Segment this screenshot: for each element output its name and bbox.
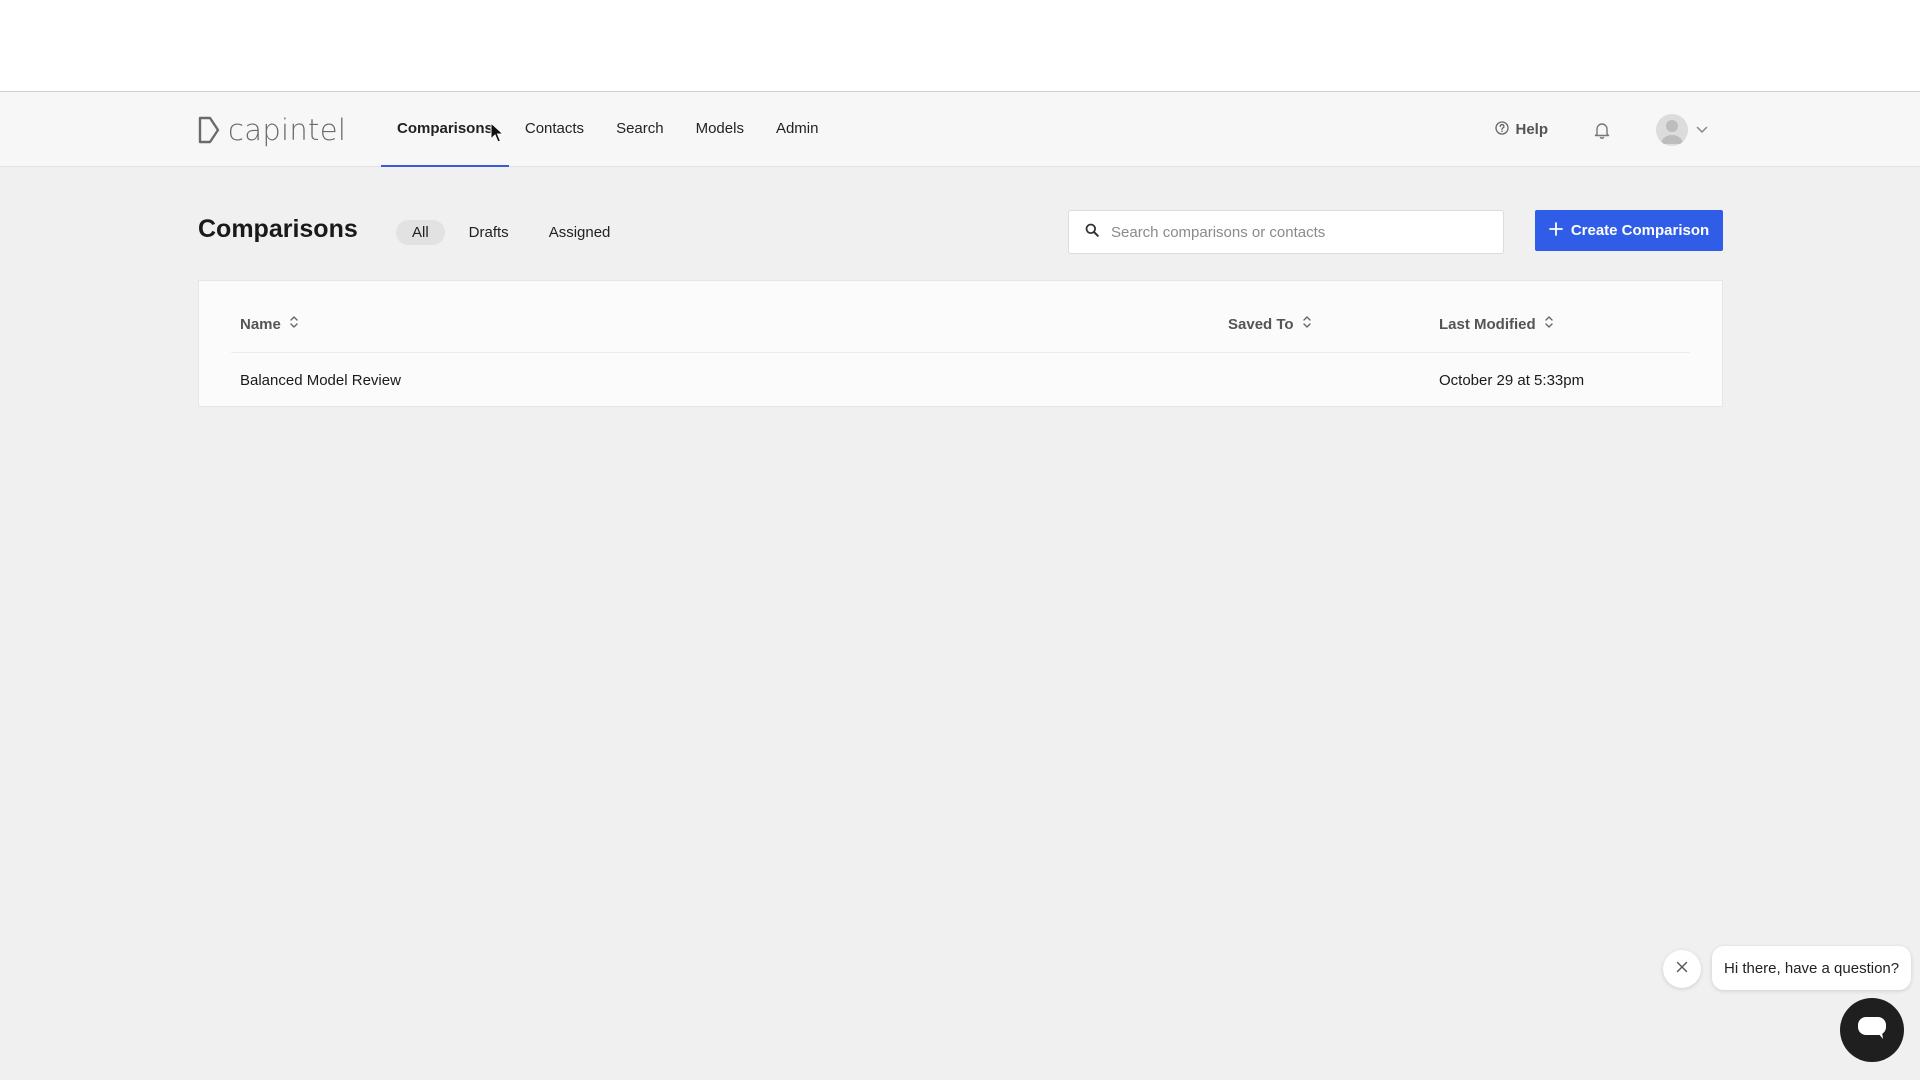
table-row[interactable]: Balanced Model Review October 29 at 5:33… [199,353,1722,408]
column-header-name-label: Name [240,315,281,333]
sort-icon [1302,315,1312,333]
brand-name: capintel [228,113,347,147]
nav-search[interactable]: Search [600,92,680,167]
filter-tab-assigned[interactable]: Assigned [533,220,627,245]
column-header-name[interactable]: Name [240,315,299,333]
chat-icon [1856,1014,1888,1047]
brand-logo[interactable]: capintel [198,110,346,150]
column-header-saved-to-label: Saved To [1228,315,1294,333]
close-icon [1676,960,1688,978]
search-box [1068,210,1504,254]
main-nav: Comparisons Contacts Search Models Admin [381,92,834,167]
top-navbar: capintel Comparisons Contacts Search Mod… [0,92,1920,167]
filter-tabs: All Drafts Assigned [396,220,626,245]
chat-greeting-bubble[interactable]: Hi there, have a question? [1712,946,1912,990]
filter-tab-all[interactable]: All [396,220,445,245]
user-menu[interactable] [1656,113,1708,146]
comparisons-table: Name Saved To Last Modified Balanced Mod… [198,280,1723,407]
sort-icon [1544,315,1554,333]
search-icon [1085,223,1099,242]
row-name[interactable]: Balanced Model Review [240,372,401,389]
logo-mark-icon [198,116,220,144]
nav-utilities: Help [1495,92,1708,167]
column-header-last-modified-label: Last Modified [1439,315,1536,333]
column-header-saved-to[interactable]: Saved To [1228,315,1312,333]
create-comparison-label: Create Comparison [1570,222,1710,239]
mouse-cursor-icon [490,121,505,149]
create-comparison-button[interactable]: Create Comparison [1535,210,1723,251]
row-last-modified: October 29 at 5:33pm [1439,372,1585,389]
nav-contacts[interactable]: Contacts [509,92,600,167]
page-header: Comparisons All Drafts Assigned Create C… [198,210,1723,254]
help-circle-icon [1495,120,1510,139]
sort-icon [289,315,299,333]
avatar [1656,113,1688,146]
notifications-bell-icon[interactable] [1592,120,1612,140]
chat-launcher-button[interactable] [1840,998,1904,1062]
column-header-last-modified[interactable]: Last Modified [1439,315,1554,333]
browser-top-area [0,0,1920,92]
chat-close-button[interactable] [1663,950,1701,988]
help-label: Help [1515,121,1548,138]
filter-tab-drafts[interactable]: Drafts [453,220,525,245]
chevron-down-icon [1696,121,1708,139]
help-link[interactable]: Help [1495,120,1548,139]
search-input[interactable] [1111,223,1471,241]
nav-admin[interactable]: Admin [760,92,835,167]
table-header: Name Saved To Last Modified [199,281,1722,353]
plus-icon [1548,221,1563,240]
nav-models[interactable]: Models [680,92,760,167]
page-title: Comparisons [198,215,358,243]
